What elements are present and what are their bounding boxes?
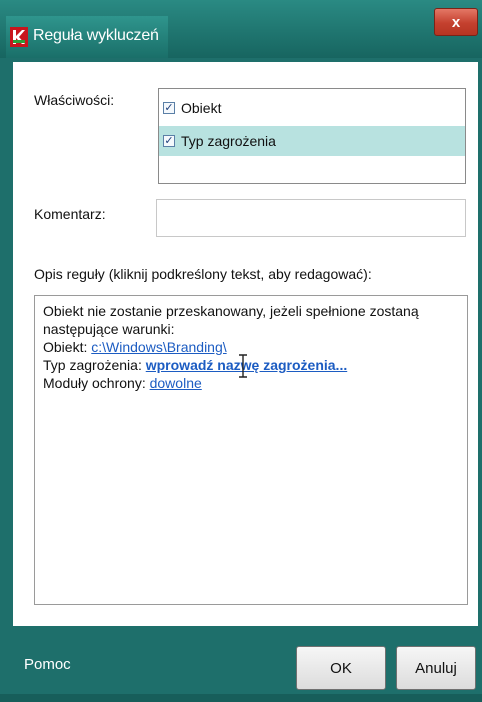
property-item-object[interactable]: ✓ Obiekt [159, 93, 465, 123]
threat-type-label: Typ zagrożenia: [43, 357, 142, 373]
property-item-threat-type[interactable]: ✓ Typ zagrożenia [159, 126, 465, 156]
description-object-line: Obiekt: c:\Windows\Branding\ [43, 338, 459, 356]
description-intro: Obiekt nie zostanie przeskanowany, jeżel… [43, 303, 419, 337]
comment-label: Komentarz: [34, 206, 106, 222]
property-label-threat-type: Typ zagrożenia [181, 133, 276, 149]
text-cursor-icon [239, 354, 247, 378]
dialog-window: Reguła wykluczeń x Właściwości: ✓ Obiekt… [0, 0, 482, 702]
checkbox-object[interactable]: ✓ [163, 102, 175, 114]
property-label-object: Obiekt [181, 100, 222, 116]
comment-input[interactable] [156, 199, 466, 237]
ok-button[interactable]: OK [296, 646, 386, 690]
description-label: Opis reguły (kliknij podkreślony tekst, … [34, 266, 372, 282]
close-button[interactable]: x [434, 8, 478, 36]
properties-list: ✓ Obiekt ✓ Typ zagrożenia [158, 88, 466, 184]
description-threat-line: Typ zagrożenia: wprowadź nazwę zagrożeni… [43, 356, 459, 374]
kaspersky-logo-icon [10, 27, 28, 47]
title-bar: Reguła wykluczeń x [0, 0, 482, 58]
object-label: Obiekt: [43, 339, 88, 355]
cancel-button[interactable]: Anuluj [396, 646, 476, 690]
help-link[interactable]: Pomoc [24, 656, 71, 673]
bottom-border [0, 694, 482, 702]
properties-label: Właściwości: [34, 92, 115, 108]
modules-label: Moduły ochrony: [43, 375, 146, 391]
checkbox-threat-type[interactable]: ✓ [163, 135, 175, 147]
close-icon: x [451, 13, 461, 31]
modules-link[interactable]: dowolne [150, 375, 202, 391]
object-path-link[interactable]: c:\Windows\Branding\ [91, 339, 226, 355]
rule-description: Obiekt nie zostanie przeskanowany, jeżel… [34, 295, 468, 605]
window-title: Reguła wykluczeń [33, 27, 159, 44]
description-modules-line: Moduły ochrony: dowolne [43, 374, 459, 392]
